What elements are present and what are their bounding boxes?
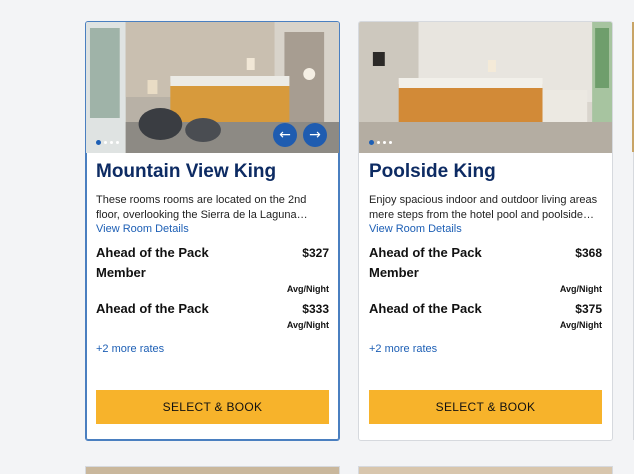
select-book-button[interactable]: SELECT & BOOK [369,390,602,424]
arrow-right-icon: → [309,127,321,143]
rate-name: Ahead of the Pack [96,301,209,316]
photo-prev-button[interactable]: ← [273,123,297,147]
rate-name: Ahead of the Pack Member [96,245,209,280]
photo-pagination [369,140,392,145]
room-card-body: Mountain View King These rooms rooms are… [86,161,339,355]
room-photo[interactable] [359,22,612,153]
pagination-dot[interactable] [110,141,113,144]
room-description: Enjoy spacious indoor and outdoor living… [369,194,598,221]
room-title: Poolside King [369,161,496,182]
room-photo-image [359,22,612,153]
pagination-dot[interactable] [116,141,119,144]
rate-row[interactable]: Ahead of the Pack $375 Avg/Night [369,299,602,331]
rate-name: Ahead of the Pack [369,301,482,316]
view-room-details-link[interactable]: View Room Details [369,223,602,235]
rate-price: $368 [575,246,602,260]
pagination-dot[interactable] [377,141,380,144]
room-results: ← → Mountain View King These rooms rooms… [0,0,634,474]
view-room-details-link[interactable]: View Room Details [96,223,329,235]
rate-row[interactable]: Ahead of the Pack $333 Avg/Night [96,299,329,331]
rate-unit: Avg/Night [559,320,602,330]
room-card-body: Poolside King Enjoy spacious indoor and … [359,161,612,355]
rate-unit: Avg/Night [286,284,329,294]
rate-name: Ahead of the Pack Member [369,245,482,280]
pagination-dot[interactable] [389,141,392,144]
rate-row[interactable]: Ahead of the Pack Member $327 Avg/Night [96,243,329,295]
rate-unit: Avg/Night [559,284,602,294]
room-title: Mountain View King [96,161,277,182]
select-book-button[interactable]: SELECT & BOOK [96,390,329,424]
photo-next-button[interactable]: → [303,123,327,147]
room-description: These rooms rooms are located on the 2nd… [96,194,308,221]
room-photo-image [86,22,339,153]
next-row-card-peek [358,466,613,474]
rate-price: $375 [575,302,602,316]
rate-row[interactable]: Ahead of the Pack Member $368 Avg/Night [369,243,602,295]
pagination-dot[interactable] [383,141,386,144]
rate-price: $333 [302,302,329,316]
room-photo[interactable]: ← → [86,22,339,153]
more-rates-link[interactable]: +2 more rates [96,343,329,355]
more-rates-link[interactable]: +2 more rates [369,343,602,355]
room-card-mountain-view-king[interactable]: ← → Mountain View King These rooms rooms… [85,21,340,441]
photo-pagination [96,140,119,145]
arrow-left-icon: ← [279,127,291,143]
pagination-dot-active[interactable] [369,140,374,145]
room-card-poolside-king[interactable]: Poolside King Enjoy spacious indoor and … [358,21,613,441]
rate-unit: Avg/Night [286,320,329,330]
rate-price: $327 [302,246,329,260]
pagination-dot[interactable] [104,141,107,144]
next-row-card-peek [85,466,340,474]
pagination-dot-active[interactable] [96,140,101,145]
